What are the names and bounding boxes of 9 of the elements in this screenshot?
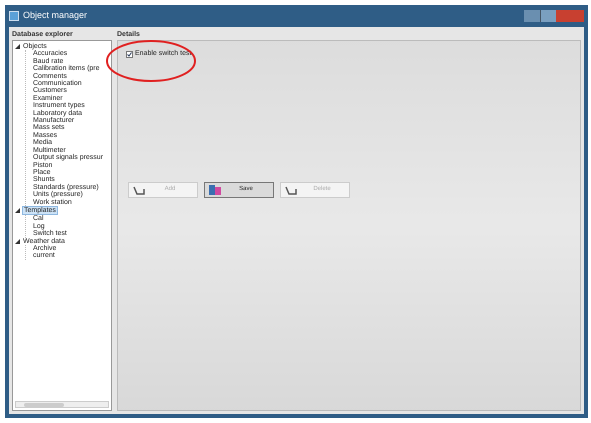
tool-icon — [208, 184, 222, 196]
expand-arrow-icon[interactable] — [15, 208, 20, 214]
horizontal-scrollbar[interactable] — [15, 401, 109, 408]
app-icon — [9, 11, 19, 21]
expand-arrow-icon[interactable] — [15, 238, 20, 244]
maximize-button[interactable] — [540, 10, 556, 22]
window-title: Object manager — [23, 9, 88, 22]
expand-arrow-icon[interactable] — [15, 44, 20, 50]
checkbox[interactable] — [126, 50, 133, 58]
